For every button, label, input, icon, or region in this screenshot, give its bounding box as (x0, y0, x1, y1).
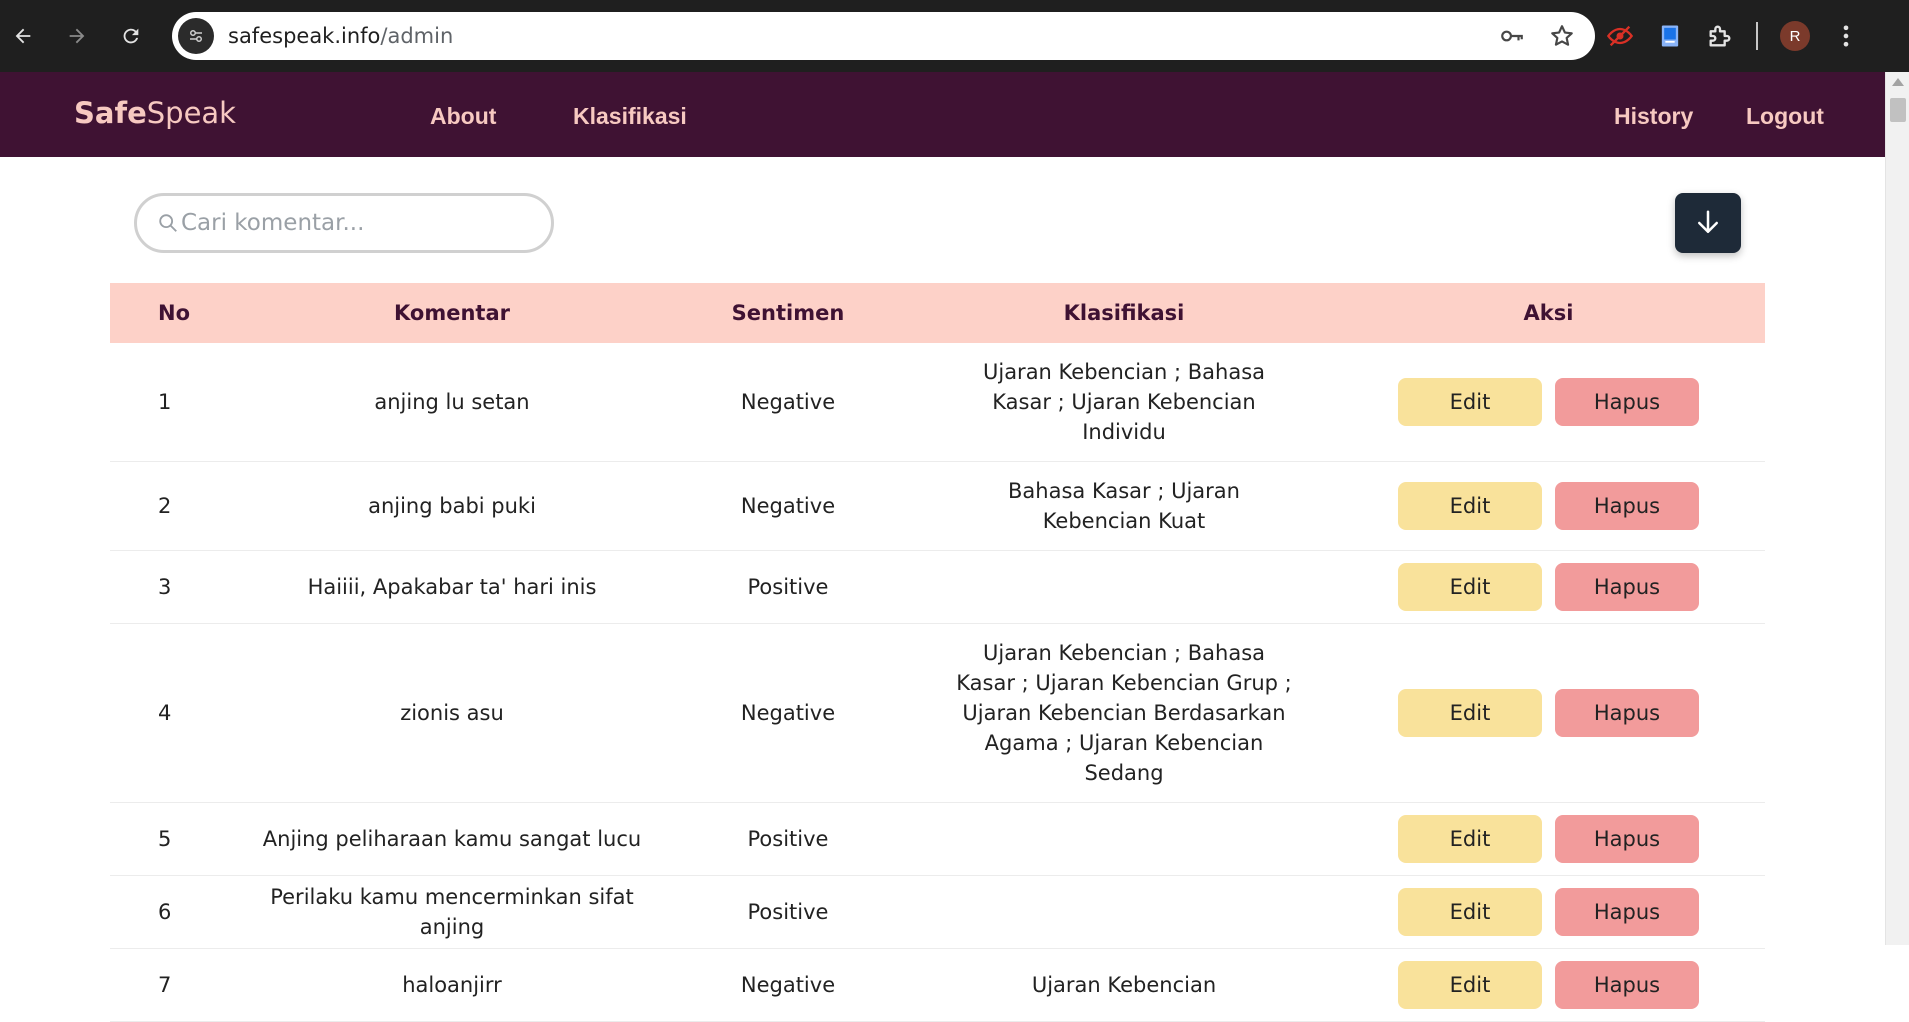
cell-aksi: Edit Hapus (1324, 550, 1765, 624)
cell-komentar: Perilaku kamu mencerminkan sifat anjing (252, 875, 652, 949)
cell-no: 5 (110, 802, 252, 876)
profile-avatar[interactable]: R (1780, 21, 1810, 51)
hapus-button[interactable]: Hapus (1555, 888, 1699, 936)
hapus-button[interactable]: Hapus (1555, 482, 1699, 530)
header-no: No (158, 301, 191, 325)
header-aksi: Aksi (1523, 301, 1574, 325)
comments-table: No Komentar Sentimen Klasifikasi Aksi 1 … (110, 283, 1765, 1022)
search-input[interactable] (181, 210, 521, 236)
puzzle-icon[interactable] (1706, 22, 1734, 50)
cell-sentimen: Negative (652, 461, 924, 551)
browser-toolbar: safespeak.info/admin R (0, 0, 1909, 72)
cell-sentimen: Positive (652, 875, 924, 949)
table-row: 4 zionis asu Negative Ujaran Kebencian ;… (110, 623, 1765, 803)
cell-no: 6 (110, 875, 252, 949)
url-path: /admin (380, 24, 454, 48)
hapus-button[interactable]: Hapus (1555, 961, 1699, 1009)
scroll-up-arrow[interactable] (1892, 78, 1904, 86)
cell-no: 2 (110, 461, 252, 551)
book-icon[interactable] (1656, 22, 1684, 50)
cell-aksi: Edit Hapus (1324, 461, 1765, 551)
nav-link-history[interactable]: History (1614, 103, 1693, 130)
site-navbar: SafeSpeak About Klasifikasi History Logo… (0, 72, 1885, 157)
table-row: 2 anjing babi puki Negative Bahasa Kasar… (110, 461, 1765, 551)
star-icon[interactable] (1549, 23, 1575, 49)
cell-komentar: Anjing peliharaan kamu sangat lucu (252, 802, 652, 876)
brand-bold: Safe (74, 96, 147, 130)
cell-aksi: Edit Hapus (1324, 948, 1765, 1022)
cell-no: 4 (110, 623, 252, 803)
table-row: 1 anjing lu setan Negative Ujaran Kebenc… (110, 343, 1765, 462)
table-row: 5 Anjing peliharaan kamu sangat lucu Pos… (110, 802, 1765, 876)
arrow-right-icon (69, 28, 85, 44)
header-klasifikasi: Klasifikasi (1063, 301, 1185, 325)
cell-aksi: Edit Hapus (1324, 343, 1765, 462)
edit-button[interactable]: Edit (1398, 563, 1542, 611)
cell-komentar: anjing lu setan (252, 343, 652, 462)
cell-komentar: zionis asu (252, 623, 652, 803)
header-sentimen: Sentimen (731, 301, 845, 325)
cell-sentimen: Negative (652, 343, 924, 462)
cell-no: 3 (110, 550, 252, 624)
toolbar-divider (1756, 22, 1758, 50)
cell-no: 7 (110, 948, 252, 1022)
scroll-thumb[interactable] (1890, 98, 1906, 122)
table-header-row: No Komentar Sentimen Klasifikasi Aksi (110, 283, 1765, 343)
cell-komentar: anjing babi puki (252, 461, 652, 551)
hapus-button[interactable]: Hapus (1555, 815, 1699, 863)
url-host: safespeak.info (228, 24, 381, 48)
hapus-button[interactable]: Hapus (1555, 563, 1699, 611)
hapus-button[interactable]: Hapus (1555, 689, 1699, 737)
search-container (134, 193, 554, 253)
address-bar[interactable]: safespeak.info/admin (172, 12, 1595, 60)
search-icon (159, 214, 177, 232)
cell-klasifikasi: Ujaran Kebencian (924, 948, 1324, 1022)
eye-off-icon[interactable] (1606, 22, 1634, 50)
cell-sentimen: Negative (652, 623, 924, 803)
cell-klasifikasi (924, 550, 1324, 624)
cell-aksi: Edit Hapus (1324, 802, 1765, 876)
reload-icon (123, 28, 139, 44)
cell-aksi: Edit Hapus (1324, 623, 1765, 803)
cell-sentimen: Negative (652, 948, 924, 1022)
nav-link-klasifikasi[interactable]: Klasifikasi (573, 103, 687, 130)
nav-link-about[interactable]: About (430, 103, 496, 130)
more-vert-icon[interactable] (1832, 22, 1860, 50)
edit-button[interactable]: Edit (1398, 482, 1542, 530)
cell-komentar: haloanjirr (252, 948, 652, 1022)
reload-button[interactable] (113, 18, 149, 54)
cell-klasifikasi: Bahasa Kasar ; Ujaran Kebencian Kuat (924, 461, 1324, 551)
cell-komentar: Haiiii, Apakabar ta' hari inis (252, 550, 652, 624)
edit-button[interactable]: Edit (1398, 378, 1542, 426)
cell-sentimen: Positive (652, 550, 924, 624)
brand-light: Speak (146, 96, 236, 130)
arrow-down-icon (1698, 210, 1718, 233)
forward-button[interactable] (59, 18, 95, 54)
site-info-icon[interactable] (178, 18, 214, 54)
download-button[interactable] (1675, 193, 1741, 253)
cell-no: 1 (110, 343, 252, 462)
back-button[interactable] (5, 18, 41, 54)
edit-button[interactable]: Edit (1398, 815, 1542, 863)
arrow-left-icon (15, 28, 31, 44)
cell-klasifikasi (924, 802, 1324, 876)
cell-aksi: Edit Hapus (1324, 875, 1765, 949)
hapus-button[interactable]: Hapus (1555, 378, 1699, 426)
table-row: 6 Perilaku kamu mencerminkan sifat anjin… (110, 875, 1765, 949)
nav-link-logout[interactable]: Logout (1746, 103, 1824, 130)
edit-button[interactable]: Edit (1398, 888, 1542, 936)
table-row: 7 haloanjirr Negative Ujaran Kebencian E… (110, 948, 1765, 1022)
cell-sentimen: Positive (652, 802, 924, 876)
edit-button[interactable]: Edit (1398, 689, 1542, 737)
brand-logo[interactable]: SafeSpeak (74, 96, 236, 130)
table-row: 3 Haiiii, Apakabar ta' hari inis Positiv… (110, 550, 1765, 624)
cell-klasifikasi: Ujaran Kebencian ; Bahasa Kasar ; Ujaran… (924, 623, 1324, 803)
page-scrollbar[interactable] (1885, 72, 1909, 945)
header-komentar: Komentar (394, 301, 510, 325)
cell-klasifikasi (924, 875, 1324, 949)
edit-button[interactable]: Edit (1398, 961, 1542, 1009)
url-text[interactable]: safespeak.info/admin (228, 24, 453, 48)
cell-klasifikasi: Ujaran Kebencian ; Bahasa Kasar ; Ujaran… (924, 343, 1324, 462)
key-icon[interactable] (1499, 23, 1525, 49)
